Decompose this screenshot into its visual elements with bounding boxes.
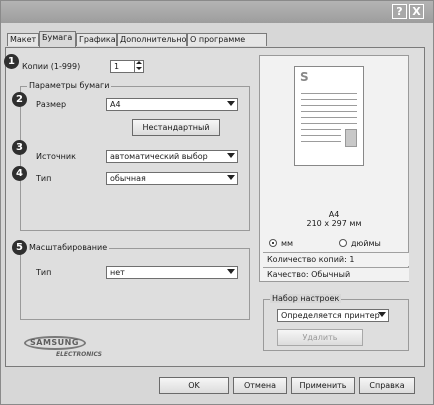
image-placeholder-icon: [345, 129, 357, 147]
source-select[interactable]: автоматический выбор: [106, 150, 238, 163]
paper-type-label: Тип: [36, 174, 52, 183]
paper-preview-page: S: [294, 66, 364, 166]
paper-type-value: обычная: [110, 174, 146, 183]
text-line: [301, 117, 357, 118]
tab-layout[interactable]: Макет: [7, 33, 39, 46]
apply-button[interactable]: Применить: [291, 377, 355, 394]
paper-dims: 210 x 297 мм: [306, 219, 362, 228]
dropdown-arrow-icon: [227, 101, 235, 106]
delete-preset-button[interactable]: Удалить: [277, 329, 363, 346]
cancel-button[interactable]: Отмена: [233, 377, 287, 394]
callout-badge-2: 2: [12, 92, 27, 107]
text-line: [301, 135, 341, 136]
size-label: Размер: [36, 100, 67, 109]
unit-mm-label: мм: [281, 239, 294, 248]
scaling-type-value: нет: [110, 268, 125, 277]
scaling-type-select[interactable]: нет: [106, 266, 238, 279]
callout-badge-5: 5: [12, 240, 27, 255]
paper-name: A4: [328, 210, 340, 219]
samsung-logo: SAMSUNG ELECTRONICS: [24, 336, 112, 358]
text-line: [301, 111, 357, 112]
close-title-button[interactable]: X: [409, 4, 424, 19]
text-line: [301, 141, 341, 142]
copies-label: Копии (1-999): [22, 62, 81, 71]
copies-info: Количество копий: 1: [263, 252, 409, 266]
source-value: автоматический выбор: [110, 152, 208, 161]
source-label: Источник: [36, 152, 76, 161]
callout-badge-1: 1: [4, 54, 19, 69]
help-title-button[interactable]: ?: [392, 4, 407, 19]
quality-info: Качество: Обычный: [263, 267, 409, 281]
callout-badge-4: 4: [12, 166, 27, 181]
size-value: A4: [110, 100, 121, 109]
unit-inch-label: дюймы: [351, 239, 381, 248]
scaling-legend: Масштабирование: [27, 243, 110, 252]
copies-value: 1: [114, 62, 120, 71]
tab-graphics[interactable]: Графика: [76, 33, 117, 46]
tab-about[interactable]: О программе: [187, 33, 267, 46]
paper-type-select[interactable]: обычная: [106, 172, 238, 185]
custom-size-button[interactable]: Нестандартный: [132, 119, 220, 136]
presets-legend: Набор настроек: [270, 294, 342, 303]
unit-inch-radio[interactable]: [339, 239, 347, 247]
dropdown-arrow-icon: [227, 269, 235, 274]
text-line: [301, 129, 341, 130]
text-line: [301, 105, 357, 106]
unit-mm-radio[interactable]: [269, 239, 277, 247]
title-bar: ? X: [1, 1, 433, 23]
paper-params-legend: Параметры бумаги: [27, 81, 112, 90]
printer-preferences-dialog: ? X Макет Бумага Графика Дополнительно О…: [0, 0, 434, 405]
dropdown-arrow-icon: [378, 312, 386, 317]
scaling-type-label: Тип: [36, 268, 52, 277]
spin-arrows-icon[interactable]: [134, 61, 143, 72]
logo-brand-text: SAMSUNG: [30, 338, 79, 347]
tab-advanced[interactable]: Дополнительно: [117, 33, 187, 46]
tab-paper[interactable]: Бумага: [39, 31, 76, 47]
ok-button[interactable]: OK: [159, 377, 229, 394]
text-line: [301, 123, 357, 124]
paper-letter: S: [300, 70, 309, 84]
size-select[interactable]: A4: [106, 98, 238, 111]
presets-select[interactable]: Определяется принтер: [277, 309, 389, 322]
callout-badge-3: 3: [12, 140, 27, 155]
help-button[interactable]: Справка: [359, 377, 415, 394]
text-line: [301, 99, 357, 100]
dropdown-arrow-icon: [227, 153, 235, 158]
dropdown-arrow-icon: [227, 175, 235, 180]
logo-sub-text: ELECTRONICS: [56, 351, 103, 358]
presets-value: Определяется принтер: [281, 311, 380, 320]
scaling-group: Масштабирование: [20, 243, 250, 320]
text-line: [301, 93, 357, 94]
copies-stepper[interactable]: 1: [110, 60, 144, 73]
